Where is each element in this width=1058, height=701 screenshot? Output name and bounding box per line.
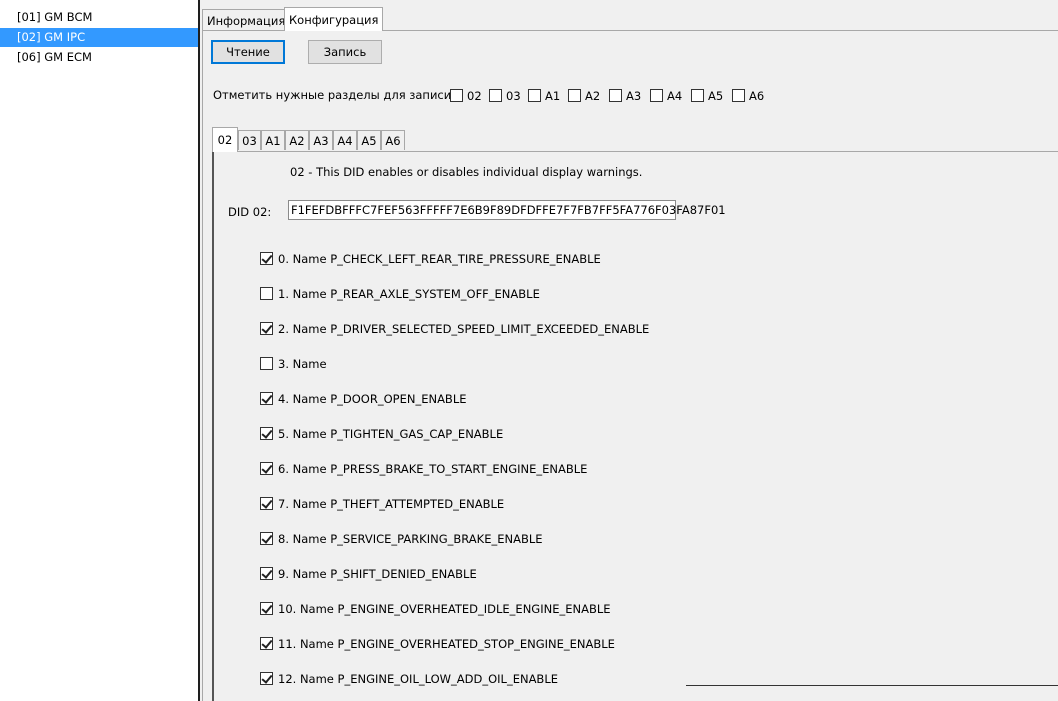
right-pane: Информация Конфигурация Чтение Запись От… bbox=[200, 0, 1058, 701]
did-description: 02 - This DID enables or disables indivi… bbox=[290, 165, 643, 179]
option-label-5: 5. Name P_TIGHTEN_GAS_CAP_ENABLE bbox=[278, 427, 504, 441]
device-label: [01] GM BCM bbox=[17, 10, 93, 24]
option-checkbox-0[interactable] bbox=[260, 252, 273, 265]
section-checkbox-a5[interactable] bbox=[691, 89, 704, 102]
section-label-03: 03 bbox=[506, 89, 521, 103]
option-checkbox-10[interactable] bbox=[260, 602, 273, 615]
device-label: [06] GM ECM bbox=[17, 50, 92, 64]
option-label-6: 6. Name P_PRESS_BRAKE_TO_START_ENGINE_EN… bbox=[278, 462, 588, 476]
option-label-3: 3. Name bbox=[278, 357, 327, 371]
option-checkbox-8[interactable] bbox=[260, 532, 273, 545]
inner-tab-label: A1 bbox=[265, 134, 281, 148]
tab-label: Информация bbox=[207, 14, 286, 28]
inner-tab-a2[interactable]: A2 bbox=[285, 130, 309, 150]
section-checkbox-a2[interactable] bbox=[568, 89, 581, 102]
option-label-4: 4. Name P_DOOR_OPEN_ENABLE bbox=[278, 392, 467, 406]
inner-tab-label: A4 bbox=[337, 134, 353, 148]
tab-configuration[interactable]: Конфигурация bbox=[284, 7, 384, 31]
section-label-02: 02 bbox=[467, 89, 482, 103]
section-label-a4: A4 bbox=[667, 89, 683, 103]
tab-label: Конфигурация bbox=[289, 13, 379, 27]
inner-tab-a3[interactable]: A3 bbox=[309, 130, 333, 150]
device-item-bcm[interactable]: [01] GM BCM bbox=[0, 8, 198, 27]
sections-prompt: Отметить нужные разделы для записи : bbox=[213, 88, 459, 102]
inner-tab-a5[interactable]: A5 bbox=[357, 130, 381, 150]
did-panel: 02 - This DID enables or disables indivi… bbox=[212, 151, 1058, 701]
inner-tab-a1[interactable]: A1 bbox=[261, 130, 285, 150]
option-checkbox-7[interactable] bbox=[260, 497, 273, 510]
option-label-11: 11. Name P_ENGINE_OVERHEATED_STOP_ENGINE… bbox=[278, 637, 615, 651]
section-checkbox-a4[interactable] bbox=[650, 89, 663, 102]
read-button[interactable]: Чтение bbox=[211, 40, 285, 64]
option-checkbox-11[interactable] bbox=[260, 637, 273, 650]
inner-tab-label: A2 bbox=[289, 134, 305, 148]
section-checkbox-a3[interactable] bbox=[609, 89, 622, 102]
option-checkbox-5[interactable] bbox=[260, 427, 273, 440]
section-label-a3: A3 bbox=[626, 89, 642, 103]
option-checkbox-3[interactable] bbox=[260, 357, 273, 370]
option-checkbox-4[interactable] bbox=[260, 392, 273, 405]
section-label-a2: A2 bbox=[585, 89, 601, 103]
write-button[interactable]: Запись bbox=[308, 40, 382, 64]
inner-tab-label: A6 bbox=[385, 134, 401, 148]
inner-tab-a4[interactable]: A4 bbox=[333, 130, 357, 150]
inner-tab-03[interactable]: 03 bbox=[238, 130, 261, 150]
section-checkbox-a6[interactable] bbox=[732, 89, 745, 102]
section-label-a6: A6 bbox=[749, 89, 765, 103]
section-label-a5: A5 bbox=[708, 89, 724, 103]
section-checkbox-02[interactable] bbox=[450, 89, 463, 102]
device-list[interactable]: [01] GM BCM [02] GM IPC [06] GM ECM bbox=[0, 0, 200, 701]
section-checkbox-03[interactable] bbox=[489, 89, 502, 102]
option-checkbox-1[interactable] bbox=[260, 287, 273, 300]
inner-tab-label: 02 bbox=[217, 133, 233, 147]
inner-tab-02[interactable]: 02 bbox=[212, 127, 238, 152]
did-label: DID 02: bbox=[228, 205, 272, 219]
device-item-ecm[interactable]: [06] GM ECM bbox=[0, 48, 198, 67]
inner-tab-label: A5 bbox=[361, 134, 377, 148]
option-label-2: 2. Name P_DRIVER_SELECTED_SPEED_LIMIT_EX… bbox=[278, 322, 650, 336]
section-label-a1: A1 bbox=[545, 89, 561, 103]
inner-tab-a6[interactable]: A6 bbox=[381, 130, 405, 150]
option-checkbox-2[interactable] bbox=[260, 322, 273, 335]
option-checkbox-12[interactable] bbox=[260, 672, 273, 685]
option-label-12: 12. Name P_ENGINE_OIL_LOW_ADD_OIL_ENABLE bbox=[278, 672, 558, 686]
option-label-8: 8. Name P_SERVICE_PARKING_BRAKE_ENABLE bbox=[278, 532, 543, 546]
option-checkbox-6[interactable] bbox=[260, 462, 273, 475]
tab-information[interactable]: Информация bbox=[202, 9, 291, 31]
option-label-0: 0. Name P_CHECK_LEFT_REAR_TIRE_PRESSURE_… bbox=[278, 252, 601, 266]
option-label-7: 7. Name P_THEFT_ATTEMPTED_ENABLE bbox=[278, 497, 505, 511]
device-label: [02] GM IPC bbox=[17, 30, 86, 44]
option-label-10: 10. Name P_ENGINE_OVERHEATED_IDLE_ENGINE… bbox=[278, 602, 611, 616]
option-label-1: 1. Name P_REAR_AXLE_SYSTEM_OFF_ENABLE bbox=[278, 287, 540, 301]
section-checkbox-a1[interactable] bbox=[528, 89, 541, 102]
inner-tab-label: A3 bbox=[313, 134, 329, 148]
inner-tab-label: 03 bbox=[242, 134, 257, 148]
device-item-ipc[interactable]: [02] GM IPC bbox=[0, 28, 198, 47]
did-value-input[interactable]: F1FEFDBFFFC7FEF563FFFFF7E6B9F89DFDFFE7F7… bbox=[288, 200, 726, 220]
option-label-9: 9. Name P_SHIFT_DENIED_ENABLE bbox=[278, 567, 477, 581]
option-checkbox-9[interactable] bbox=[260, 567, 273, 580]
scroll-divider bbox=[686, 685, 1058, 686]
